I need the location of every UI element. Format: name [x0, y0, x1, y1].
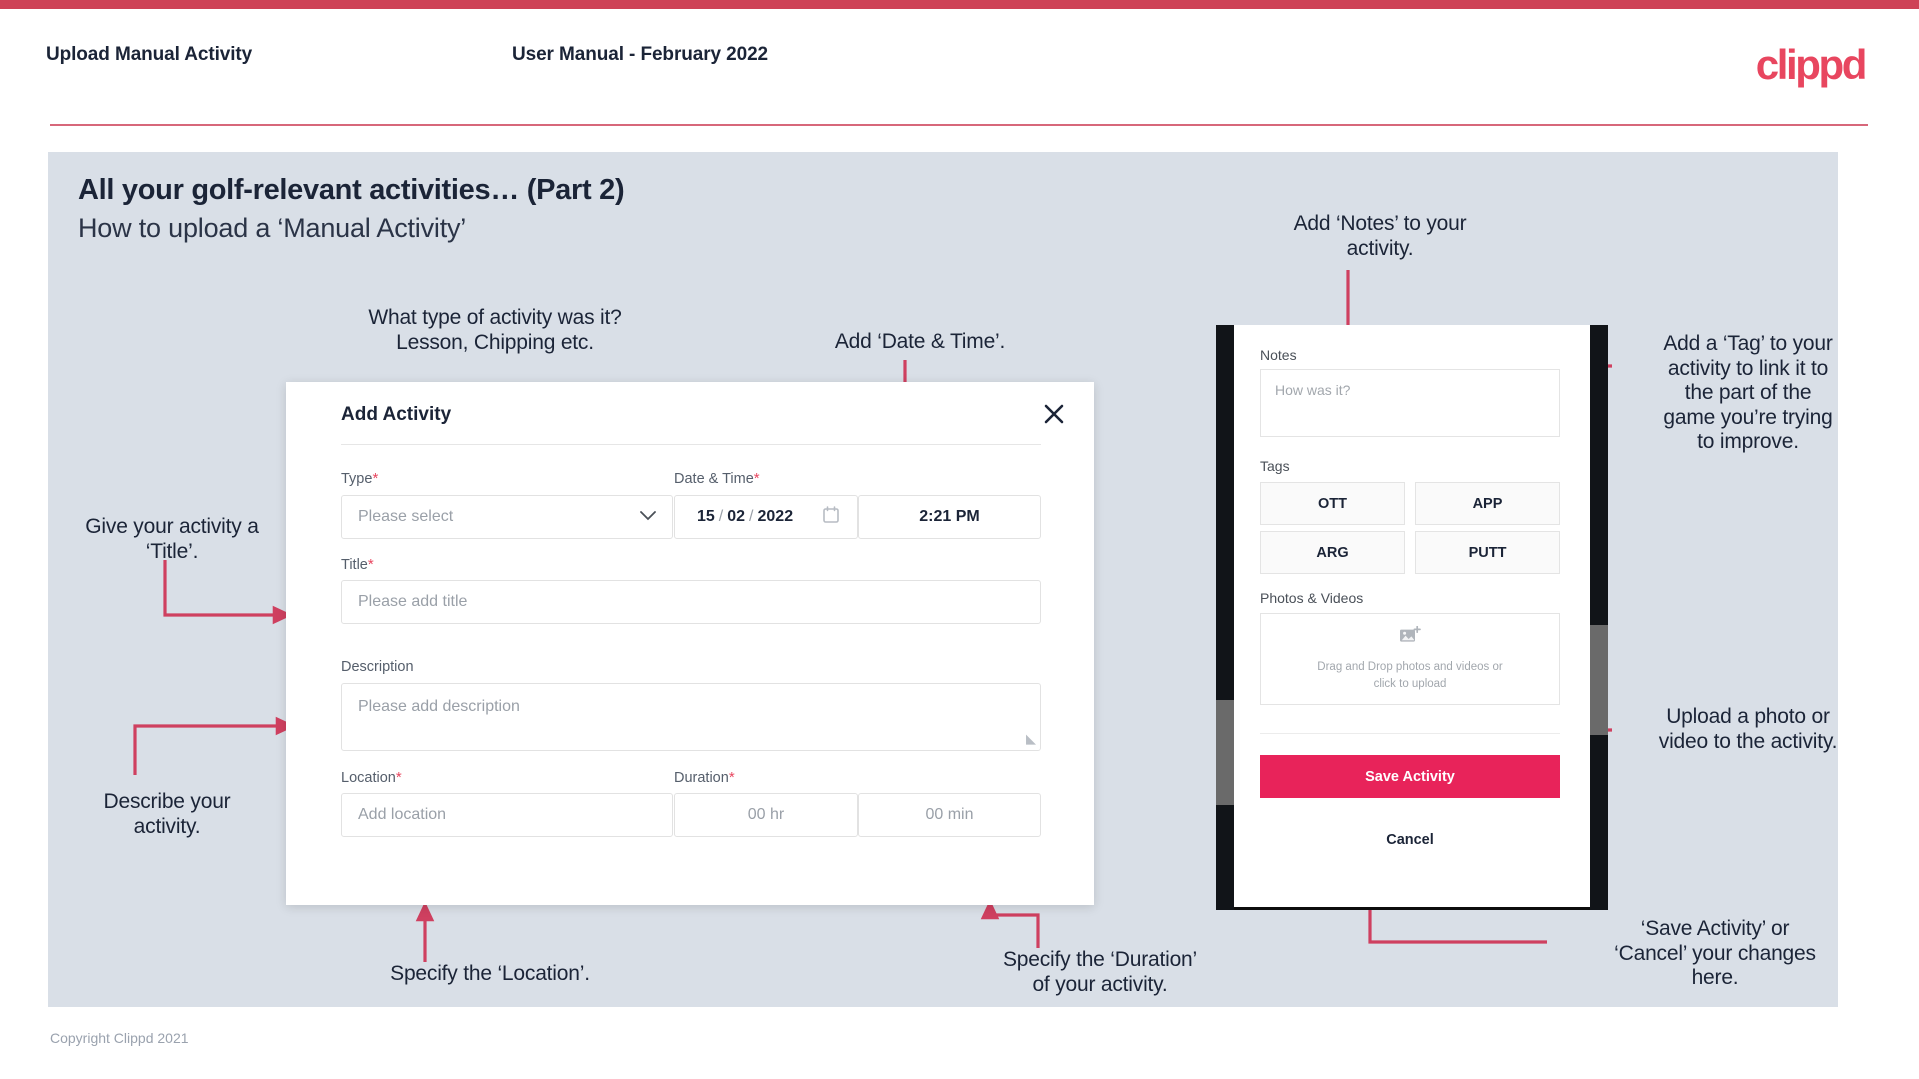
top-accent-bar	[0, 0, 1919, 9]
modal-title: Add Activity	[341, 404, 452, 425]
cancel-button[interactable]: Cancel	[1260, 832, 1560, 848]
type-required-marker: *	[372, 470, 379, 487]
slide-subtitle: How to upload a ‘Manual Activity’	[78, 213, 467, 243]
description-placeholder: Please add description	[358, 698, 520, 715]
modal-header: Add Activity	[286, 382, 1094, 442]
title-placeholder: Please add title	[358, 593, 468, 610]
date-day: 15	[697, 508, 715, 525]
tag-button-arg[interactable]: ARG	[1260, 531, 1405, 574]
copyright-text: Copyright Clippd 2021	[50, 1030, 189, 1046]
date-sep-1: /	[718, 508, 724, 525]
callout-description: Describe your activity.	[103, 790, 231, 838]
datetime-label-text: Date & Time	[674, 471, 754, 487]
callout-upload: Upload a photo or video to the activity.	[1658, 705, 1838, 753]
description-label: Description	[341, 659, 414, 675]
callout-duration: Specify the ‘Duration’ of your activity.	[1002, 948, 1198, 996]
add-activity-modal: Add Activity Type* Please select Date & …	[286, 382, 1094, 905]
photos-videos-label: Photos & Videos	[1260, 590, 1364, 606]
title-label-text: Title	[341, 557, 368, 573]
title-required-marker: *	[367, 556, 374, 573]
callout-save-cancel: ‘Save Activity’ or ‘Cancel’ your changes…	[1614, 917, 1816, 990]
type-label-text: Type	[341, 471, 373, 487]
time-input[interactable]: 2:21 PM	[858, 495, 1041, 539]
phone-bezel-left-accent	[1216, 700, 1234, 805]
add-photo-icon	[1399, 625, 1421, 651]
title-input[interactable]: Please add title	[341, 580, 1041, 624]
type-select[interactable]: Please select	[341, 495, 673, 539]
date-input[interactable]: 15 / 02 / 2022	[674, 495, 858, 539]
notes-label: Notes	[1260, 347, 1297, 363]
header-subtitle: User Manual - February 2022	[512, 44, 769, 65]
duration-label-text: Duration	[674, 770, 729, 786]
photo-dropzone[interactable]: Drag and Drop photos and videos or click…	[1260, 613, 1560, 705]
slide-page: Upload Manual Activity User Manual - Feb…	[0, 0, 1919, 1079]
dropzone-text: Drag and Drop photos and videos or click…	[1317, 660, 1503, 690]
phone-bezel-right	[1590, 325, 1608, 910]
duration-minutes-placeholder: 00 min	[925, 806, 974, 823]
callout-datetime: Add ‘Date & Time’.	[834, 330, 1006, 353]
time-value: 2:21 PM	[919, 508, 980, 525]
callout-location: Specify the ‘Location’.	[390, 962, 590, 985]
slide-title: All your golf-relevant activities… (Part…	[78, 174, 625, 206]
tag-button-putt[interactable]: PUTT	[1415, 531, 1560, 574]
duration-minutes-input[interactable]: 00 min	[858, 793, 1041, 837]
location-label: Location*	[341, 769, 402, 786]
duration-hours-input[interactable]: 00 hr	[674, 793, 858, 837]
location-placeholder: Add location	[358, 806, 447, 823]
callout-type: What type of activity was it? Lesson, Ch…	[368, 306, 622, 354]
duration-required-marker: *	[728, 769, 735, 786]
save-activity-button[interactable]: Save Activity	[1260, 755, 1560, 798]
type-label: Type*	[341, 470, 378, 487]
callout-title: Give your activity a ‘Title’.	[85, 515, 259, 563]
tags-label: Tags	[1260, 458, 1290, 474]
date-sep-2: /	[749, 508, 754, 525]
modal-header-divider	[341, 444, 1041, 445]
phone-bezel-right-accent	[1590, 625, 1608, 735]
phone-screen: Notes How was it? Tags OTT APP ARG PUTT …	[1234, 325, 1590, 907]
datetime-label: Date & Time*	[674, 470, 760, 487]
datetime-required-marker: *	[753, 470, 760, 487]
date-year: 2022	[757, 508, 794, 525]
description-textarea[interactable]: Please add description ◢	[341, 683, 1041, 751]
duration-label: Duration*	[674, 769, 735, 786]
phone-mockup: Notes How was it? Tags OTT APP ARG PUTT …	[1216, 325, 1608, 910]
phone-divider	[1260, 733, 1560, 734]
resize-handle-icon[interactable]: ◢	[1026, 731, 1036, 747]
duration-hours-placeholder: 00 hr	[747, 806, 785, 823]
tag-button-app[interactable]: APP	[1415, 482, 1560, 525]
callout-tag: Add a ‘Tag’ to your activity to link it …	[1663, 332, 1833, 454]
phone-bezel-left	[1216, 325, 1234, 910]
type-placeholder: Please select	[358, 508, 454, 525]
header-divider	[50, 124, 1868, 126]
date-month: 02	[727, 508, 746, 525]
page-title: Upload Manual Activity	[46, 44, 253, 65]
tag-button-ott[interactable]: OTT	[1260, 482, 1405, 525]
callout-notes: Add ‘Notes’ to your activity.	[1293, 212, 1467, 260]
notes-textarea[interactable]: How was it?	[1260, 369, 1560, 437]
notes-placeholder: How was it?	[1275, 382, 1351, 398]
close-icon[interactable]	[1040, 400, 1068, 428]
calendar-icon[interactable]	[823, 506, 839, 528]
title-label: Title*	[341, 556, 374, 573]
location-required-marker: *	[395, 769, 402, 786]
location-label-text: Location	[341, 770, 396, 786]
chevron-down-icon	[640, 508, 656, 526]
clippd-logo: clippd	[1755, 41, 1868, 88]
location-input[interactable]: Add location	[341, 793, 673, 837]
